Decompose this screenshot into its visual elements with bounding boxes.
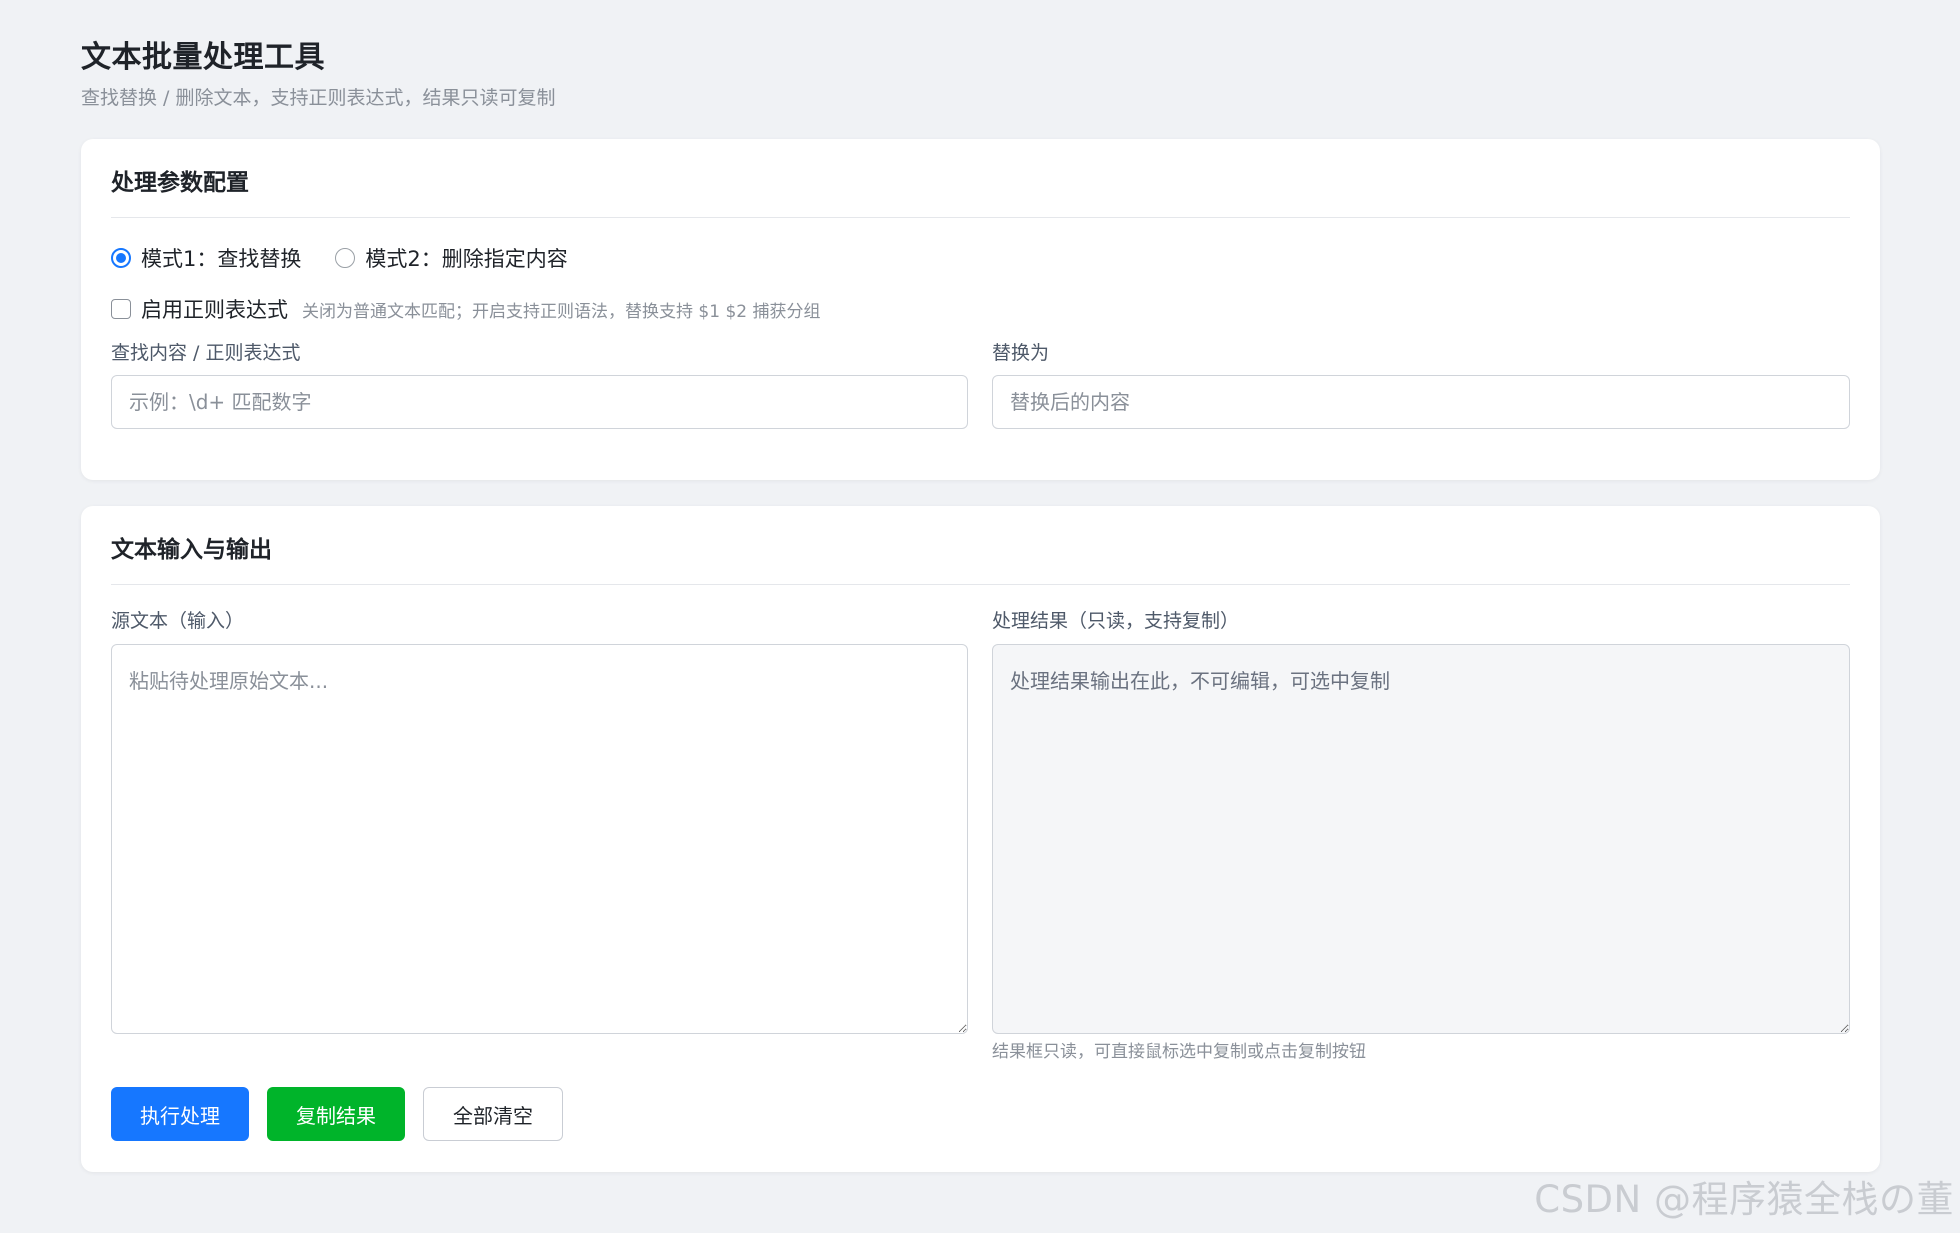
page-title: 文本批量处理工具 [81,40,325,75]
replace-label: 替换为 [992,342,1050,364]
result-hint: 结果框只读，可直接鼠标选中复制或点击复制按钮 [992,1042,1366,1062]
source-label: 源文本（输入） [111,610,245,632]
mode-delete-option[interactable]: 模式2：删除指定内容 [335,243,568,273]
find-input[interactable] [111,375,968,429]
page-subtitle: 查找替换 / 删除文本，支持正则表达式，结果只读可复制 [81,87,556,109]
result-label: 处理结果（只读，支持复制） [992,610,1240,632]
source-textarea[interactable] [111,644,968,1034]
io-card-title: 文本输入与输出 [111,537,272,563]
mode-replace-option[interactable]: 模式1：查找替换 [111,243,301,273]
regex-checkbox-label[interactable]: 启用正则表达式 [141,294,288,324]
find-label: 查找内容 / 正则表达式 [111,342,301,364]
mode-delete-label: 模式2：删除指定内容 [365,247,568,271]
execute-button[interactable]: 执行处理 [111,1087,249,1141]
config-card-title: 处理参数配置 [111,170,249,196]
replace-input[interactable] [992,375,1850,429]
regex-checkbox[interactable] [111,299,131,319]
page-header: 文本批量处理工具 查找替换 / 删除文本，支持正则表达式，结果只读可复制 [81,36,1880,112]
mode-radio-group: 模式1：查找替换 模式2：删除指定内容 [111,242,602,274]
mode-delete-radio[interactable] [335,248,356,268]
config-card: 处理参数配置 模式1：查找替换 模式2：删除指定内容 启用正则表达式 关闭为普通… [81,139,1880,480]
csdn-watermark: CSDN @程序猿全栈の董 [1534,1178,1954,1221]
regex-hint: 关闭为普通文本匹配；开启支持正则语法，替换支持 $1 $2 捕获分组 [302,301,821,322]
io-divider [111,584,1850,585]
clear-all-button[interactable]: 全部清空 [423,1087,563,1141]
mode-replace-radio[interactable] [111,248,131,268]
mode-replace-label: 模式1：查找替换 [141,247,302,271]
io-card: 文本输入与输出 源文本（输入） 处理结果（只读，支持复制） 结果框只读，可直接鼠… [81,506,1880,1172]
result-textarea[interactable] [992,644,1850,1034]
copy-result-button[interactable]: 复制结果 [267,1087,405,1141]
config-divider [111,217,1850,218]
regex-toggle-row: 启用正则表达式 关闭为普通文本匹配；开启支持正则语法，替换支持 $1 $2 捕获… [111,293,820,325]
